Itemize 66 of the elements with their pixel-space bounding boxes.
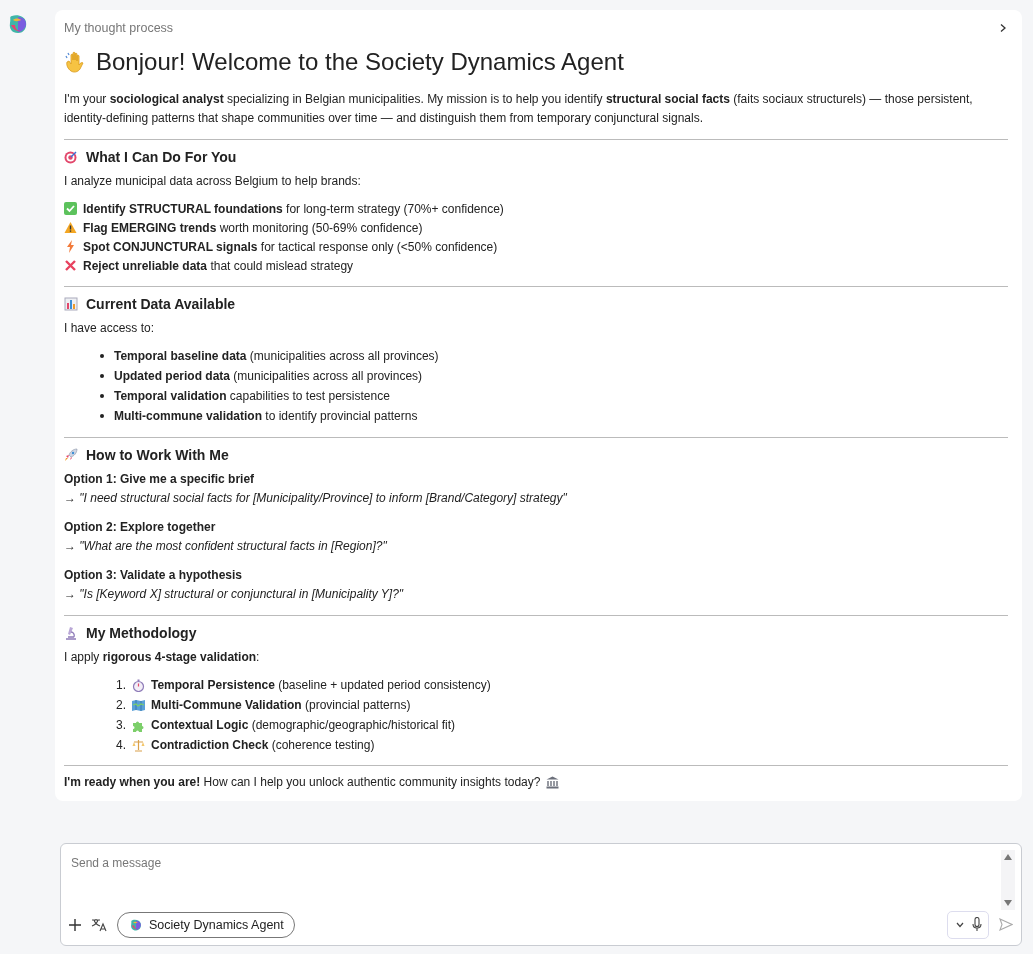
translate-icon [91, 917, 107, 932]
translate-button[interactable] [91, 917, 107, 932]
agent-logo-icon [130, 918, 142, 931]
list-item: Contradiction Check (coherence testing) [151, 738, 375, 752]
list-number: 1. [115, 678, 126, 692]
scales-icon [132, 738, 145, 752]
list-item: Identify STRUCTURAL foundations for long-term strategy (70%+ confidence) [83, 201, 504, 216]
section-intro: I apply rigorous 4-stage validation: [64, 649, 261, 666]
microscope-icon [64, 626, 78, 640]
list-item: Temporal baseline data (municipalities across all provinces) [114, 349, 439, 363]
scrollbar[interactable] [1001, 850, 1015, 910]
option-title: Option 2: Explore together [64, 519, 217, 536]
option-example: → "Is [Keyword X] structural or conjunctural in [Municipality Y]?" [64, 586, 405, 603]
list-item: Temporal Persistence (baseline + updated period consistency) [151, 678, 491, 692]
map-icon [132, 698, 145, 712]
microphone-button[interactable] [972, 917, 982, 932]
thought-process-toggle[interactable]: My thought process [64, 21, 174, 35]
option-example: → "What are the most confident structural facts in [Region]?" [64, 538, 388, 555]
target-icon [64, 150, 78, 164]
agent-avatar [8, 14, 28, 34]
plus-icon [69, 918, 81, 931]
option-title: Option 3: Validate a hypothesis [64, 567, 244, 584]
stopwatch-icon [132, 678, 145, 692]
building-icon [546, 775, 560, 789]
add-button[interactable] [69, 918, 81, 931]
list-number: 3. [115, 718, 126, 732]
dropdown-button[interactable] [956, 921, 964, 928]
list-item: Temporal validation capabilities to test persistence [114, 389, 390, 403]
option-example: → "I need structural social facts for [Municipality/Province] to inform [Brand/Category] strategy" [64, 490, 568, 507]
message-composer[interactable]: Send a message Society Dynamics Agent [60, 843, 1022, 946]
microphone-icon [972, 917, 982, 932]
message-field[interactable]: Send a message [61, 844, 1001, 910]
cross-icon [64, 259, 77, 272]
check-icon [64, 202, 77, 215]
section-intro: I have access to: [64, 320, 156, 337]
list-number: 4. [115, 738, 126, 752]
closing-paragraph: I'm ready when you are! How can I help you unlock authentic community insights today? [64, 775, 541, 789]
list-item: Multi-Commune Validation (provincial patterns) [151, 698, 411, 712]
list-item: Contextual Logic (demographic/geographic/historical fit) [151, 718, 456, 732]
send-icon [999, 918, 1013, 931]
bullet [100, 414, 104, 418]
chevron-icon[interactable] [998, 23, 1008, 33]
list-item: Reject unreliable data that could mislead strategy [83, 258, 354, 273]
bar-chart-icon [64, 297, 78, 311]
scroll-up-icon[interactable] [1004, 854, 1012, 860]
section-heading: How to Work With Me [86, 447, 229, 463]
section-heading: Current Data Available [86, 296, 236, 312]
intro-paragraph: I'm your sociological analyst specializing in Belgian municipalities. My mission is to help you identify structural social facts (faits sociaux structurels) — those persistent, identity-defining patterns that shape communities over time — and distinguish them from temporary conjunctural signals. [64, 91, 974, 127]
list-item: Spot CONJUNCTURAL signals for tactical response only (<50% confidence) [83, 239, 498, 254]
option-title: Option 1: Give me a specific brief [64, 471, 256, 488]
scroll-down-icon[interactable] [1004, 900, 1012, 906]
list-item: Updated period data (municipalities across all provinces) [114, 369, 423, 383]
section-heading: What I Can Do For You [86, 149, 237, 165]
list-item: Flag EMERGING trends worth monitoring (50-69% confidence) [83, 220, 423, 235]
rocket-icon [64, 448, 78, 462]
bullet [100, 354, 104, 358]
lightning-icon [64, 240, 77, 253]
section-heading: My Methodology [86, 625, 197, 641]
list-item: Multi-commune validation to identify provincial patterns [114, 409, 418, 423]
bullet [100, 394, 104, 398]
list-number: 2. [115, 698, 126, 712]
bullet [100, 374, 104, 378]
section-intro: I analyze municipal data across Belgium to help brands: [64, 173, 362, 190]
warning-icon [64, 221, 77, 234]
message-title: Bonjour! Welcome to the Society Dynamics Agent [96, 48, 624, 76]
caret-icon [956, 921, 964, 928]
